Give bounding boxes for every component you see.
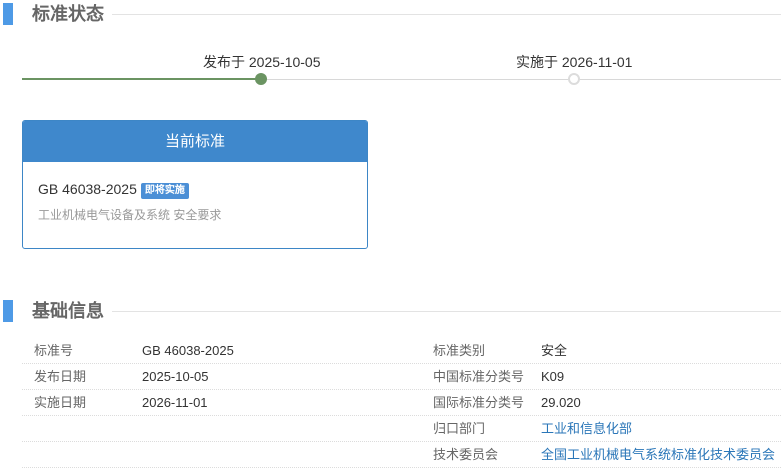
section-accent-bar xyxy=(3,3,13,25)
info-value: 2026-11-01 xyxy=(142,395,208,410)
current-standard-name: 工业机械电气设备及系统 安全要求 xyxy=(38,208,222,222)
basic-info-section-header: 基础信息 xyxy=(0,298,781,326)
info-key: 标准号 xyxy=(34,343,74,358)
timeline-progress-line xyxy=(22,78,261,80)
info-key: 发布日期 xyxy=(34,369,87,384)
timeline-implement-dot xyxy=(568,73,580,85)
info-value: GB 46038-2025 xyxy=(142,343,234,358)
timeline-published-dot xyxy=(255,73,267,85)
info-key: 中国标准分类号 xyxy=(433,369,525,384)
info-value: 2025-10-05 xyxy=(142,369,209,384)
timeline-published-label: 发布于 2025-10-05 xyxy=(203,54,321,70)
status-section-title: 标准状态 xyxy=(32,4,104,24)
info-value: K09 xyxy=(541,369,565,384)
basic-info-section-title: 基础信息 xyxy=(32,301,104,321)
info-row: 归口部门 工业和信息化部 xyxy=(22,416,781,442)
status-timeline: 发布于 2025-10-05 实施于 2026-11-01 xyxy=(22,50,781,90)
info-value: 29.020 xyxy=(541,395,581,410)
info-key: 国际标准分类号 xyxy=(433,395,525,410)
timeline-remaining-line xyxy=(261,79,781,80)
info-key: 标准类别 xyxy=(433,343,486,358)
info-row: 发布日期 2025-10-05 中国标准分类号 K09 xyxy=(22,364,781,390)
info-row: 技术委员会 全国工业机械电气系统标准化技术委员会 xyxy=(22,442,781,468)
department-link[interactable]: 工业和信息化部 xyxy=(541,416,632,441)
status-badge: 即将实施 xyxy=(140,183,189,199)
info-key: 实施日期 xyxy=(34,395,87,410)
current-standard-code-row: GB 46038-2025 即将实施 xyxy=(38,181,189,199)
current-standard-code[interactable]: GB 46038-2025 xyxy=(38,181,137,197)
timeline-implement-label: 实施于 2026-11-01 xyxy=(516,54,633,70)
info-row: 实施日期 2026-11-01 国际标准分类号 29.020 xyxy=(22,390,781,416)
basic-info-table: 标准号 GB 46038-2025 标准类别 安全 发布日期 2025-10-0… xyxy=(22,338,781,468)
section-divider xyxy=(112,311,781,312)
committee-link[interactable]: 全国工业机械电气系统标准化技术委员会 xyxy=(541,442,775,467)
section-divider xyxy=(112,14,781,15)
current-standard-header: 当前标准 xyxy=(23,121,367,162)
section-accent-bar xyxy=(3,300,13,322)
current-standard-card[interactable]: 当前标准 GB 46038-2025 即将实施 工业机械电气设备及系统 安全要求 xyxy=(22,120,368,249)
status-section-header: 标准状态 xyxy=(0,1,781,29)
info-row: 标准号 GB 46038-2025 标准类别 安全 xyxy=(22,338,781,364)
info-key: 归口部门 xyxy=(433,421,486,436)
info-key: 技术委员会 xyxy=(433,447,499,462)
info-value: 安全 xyxy=(541,343,568,358)
